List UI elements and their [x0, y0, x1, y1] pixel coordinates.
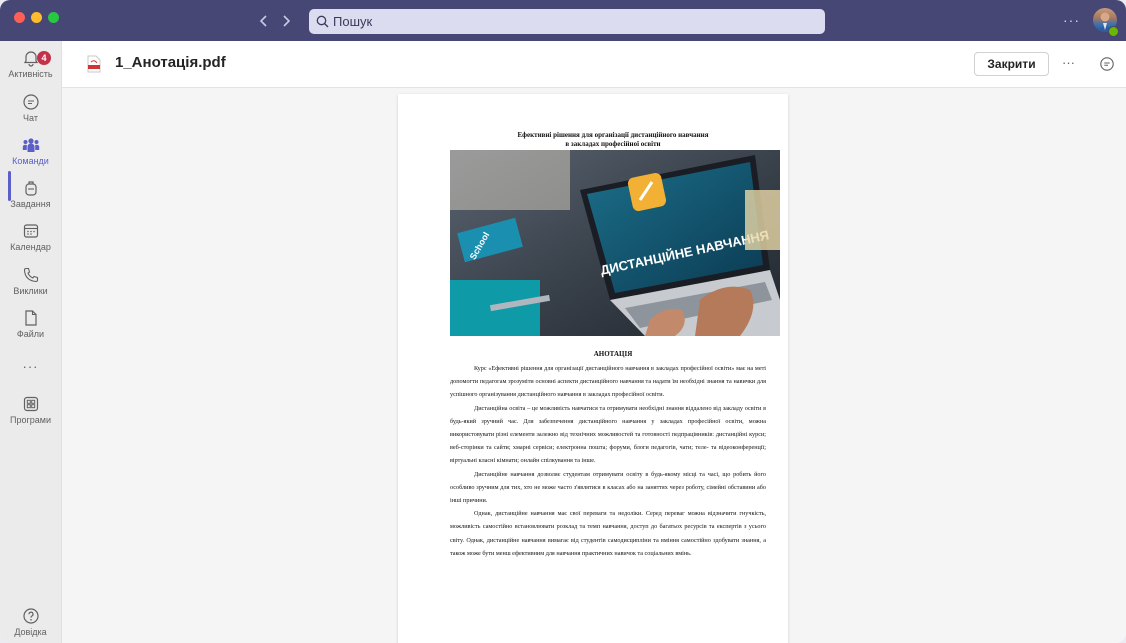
- maximize-window-button[interactable]: [48, 12, 59, 23]
- search-placeholder: Пошук: [333, 14, 373, 29]
- paragraph: Однак, дистанційне навчання має свої пер…: [450, 510, 766, 557]
- help-icon: [22, 608, 39, 624]
- rail-item-label: Активність: [8, 69, 53, 79]
- presence-status-icon: [1108, 26, 1119, 37]
- rail-item-files[interactable]: Файли: [0, 309, 61, 349]
- annotation-heading: АНОТАЦІЯ: [593, 350, 633, 358]
- rail-item-assignments[interactable]: Завдання: [0, 179, 61, 219]
- back-button[interactable]: [254, 10, 274, 32]
- close-button[interactable]: Закрити: [974, 52, 1049, 76]
- title-line-1: Ефективні рішення для організації дистан…: [517, 131, 709, 139]
- conversation-icon[interactable]: [1099, 56, 1115, 72]
- rail-item-help[interactable]: Довідка: [0, 607, 61, 643]
- search-icon: [316, 15, 329, 28]
- search-input[interactable]: Пошук: [309, 9, 825, 34]
- rail-item-chat[interactable]: Чат: [0, 93, 61, 133]
- rail-item-label: Програми: [10, 415, 51, 425]
- backpack-icon: [24, 181, 37, 196]
- annotation-body: Курс «Ефективні рішення для організації …: [450, 362, 766, 560]
- rail-item-calls[interactable]: Виклики: [0, 266, 61, 306]
- close-window-button[interactable]: [14, 12, 25, 23]
- hero-image: School ДИСТАНЦІЙНЕ НАВЧАННЯ: [450, 150, 780, 336]
- rail-item-label: Завдання: [10, 199, 51, 209]
- file-title: 1_Анотація.pdf: [115, 54, 226, 71]
- title-line-2: в закладах професійної освіти: [565, 140, 661, 148]
- title-bar: Пошук ···: [0, 0, 1126, 41]
- calendar-icon: [23, 224, 38, 238]
- notification-badge: 4: [37, 51, 51, 65]
- rail-more-label: ···: [22, 359, 39, 374]
- paragraph: Дистанційна освіта – це можливість навча…: [450, 404, 766, 465]
- forward-button[interactable]: [276, 10, 296, 32]
- more-options-button[interactable]: ···: [1063, 11, 1080, 29]
- rail-item-calendar[interactable]: Календар: [0, 222, 61, 262]
- rail-item-activity[interactable]: 4 Активність: [0, 49, 61, 89]
- file-header: 1_Анотація.pdf Закрити ···: [62, 41, 1126, 88]
- file-icon: [24, 310, 37, 326]
- rail-item-apps[interactable]: Програми: [0, 395, 61, 435]
- pdf-file-icon: [87, 55, 101, 73]
- rail-item-label: Календар: [10, 242, 51, 252]
- app-rail: 4 Активність Чат Команди Завдання Календ…: [0, 41, 62, 643]
- minimize-window-button[interactable]: [31, 12, 42, 23]
- rail-item-teams[interactable]: Команди: [0, 136, 61, 176]
- teams-icon: [22, 138, 39, 152]
- paragraph: Курс «Ефективні рішення для організації …: [450, 365, 766, 399]
- apps-grid-icon: [23, 396, 38, 412]
- chevron-right-icon: [283, 15, 291, 27]
- chevron-left-icon: [259, 15, 267, 27]
- rail-item-label: Файли: [16, 329, 45, 339]
- rail-item-label: Чат: [23, 113, 38, 123]
- rail-item-label: Довідка: [14, 627, 47, 637]
- rail-more-apps-button[interactable]: ···: [0, 357, 61, 377]
- rail-item-label: Виклики: [13, 286, 48, 296]
- laptop-illustration: School ДИСТАНЦІЙНЕ НАВЧАННЯ: [450, 150, 780, 336]
- paragraph: Дистанційне навчання дозволяє студентам …: [450, 470, 766, 505]
- more-options-button[interactable]: ···: [1062, 55, 1075, 70]
- rail-item-label: Команди: [12, 156, 49, 166]
- pdf-page: Ефективні рішення для організації дистан…: [398, 94, 788, 643]
- pdf-viewer[interactable]: Ефективні рішення для організації дистан…: [62, 88, 1126, 643]
- phone-icon: [23, 267, 38, 283]
- chat-icon: [22, 94, 39, 110]
- teams-window: Пошук ··· 4 Активність Чат Команди Завда…: [0, 0, 1126, 643]
- document-title: Ефективні рішення для організації дистан…: [438, 131, 788, 149]
